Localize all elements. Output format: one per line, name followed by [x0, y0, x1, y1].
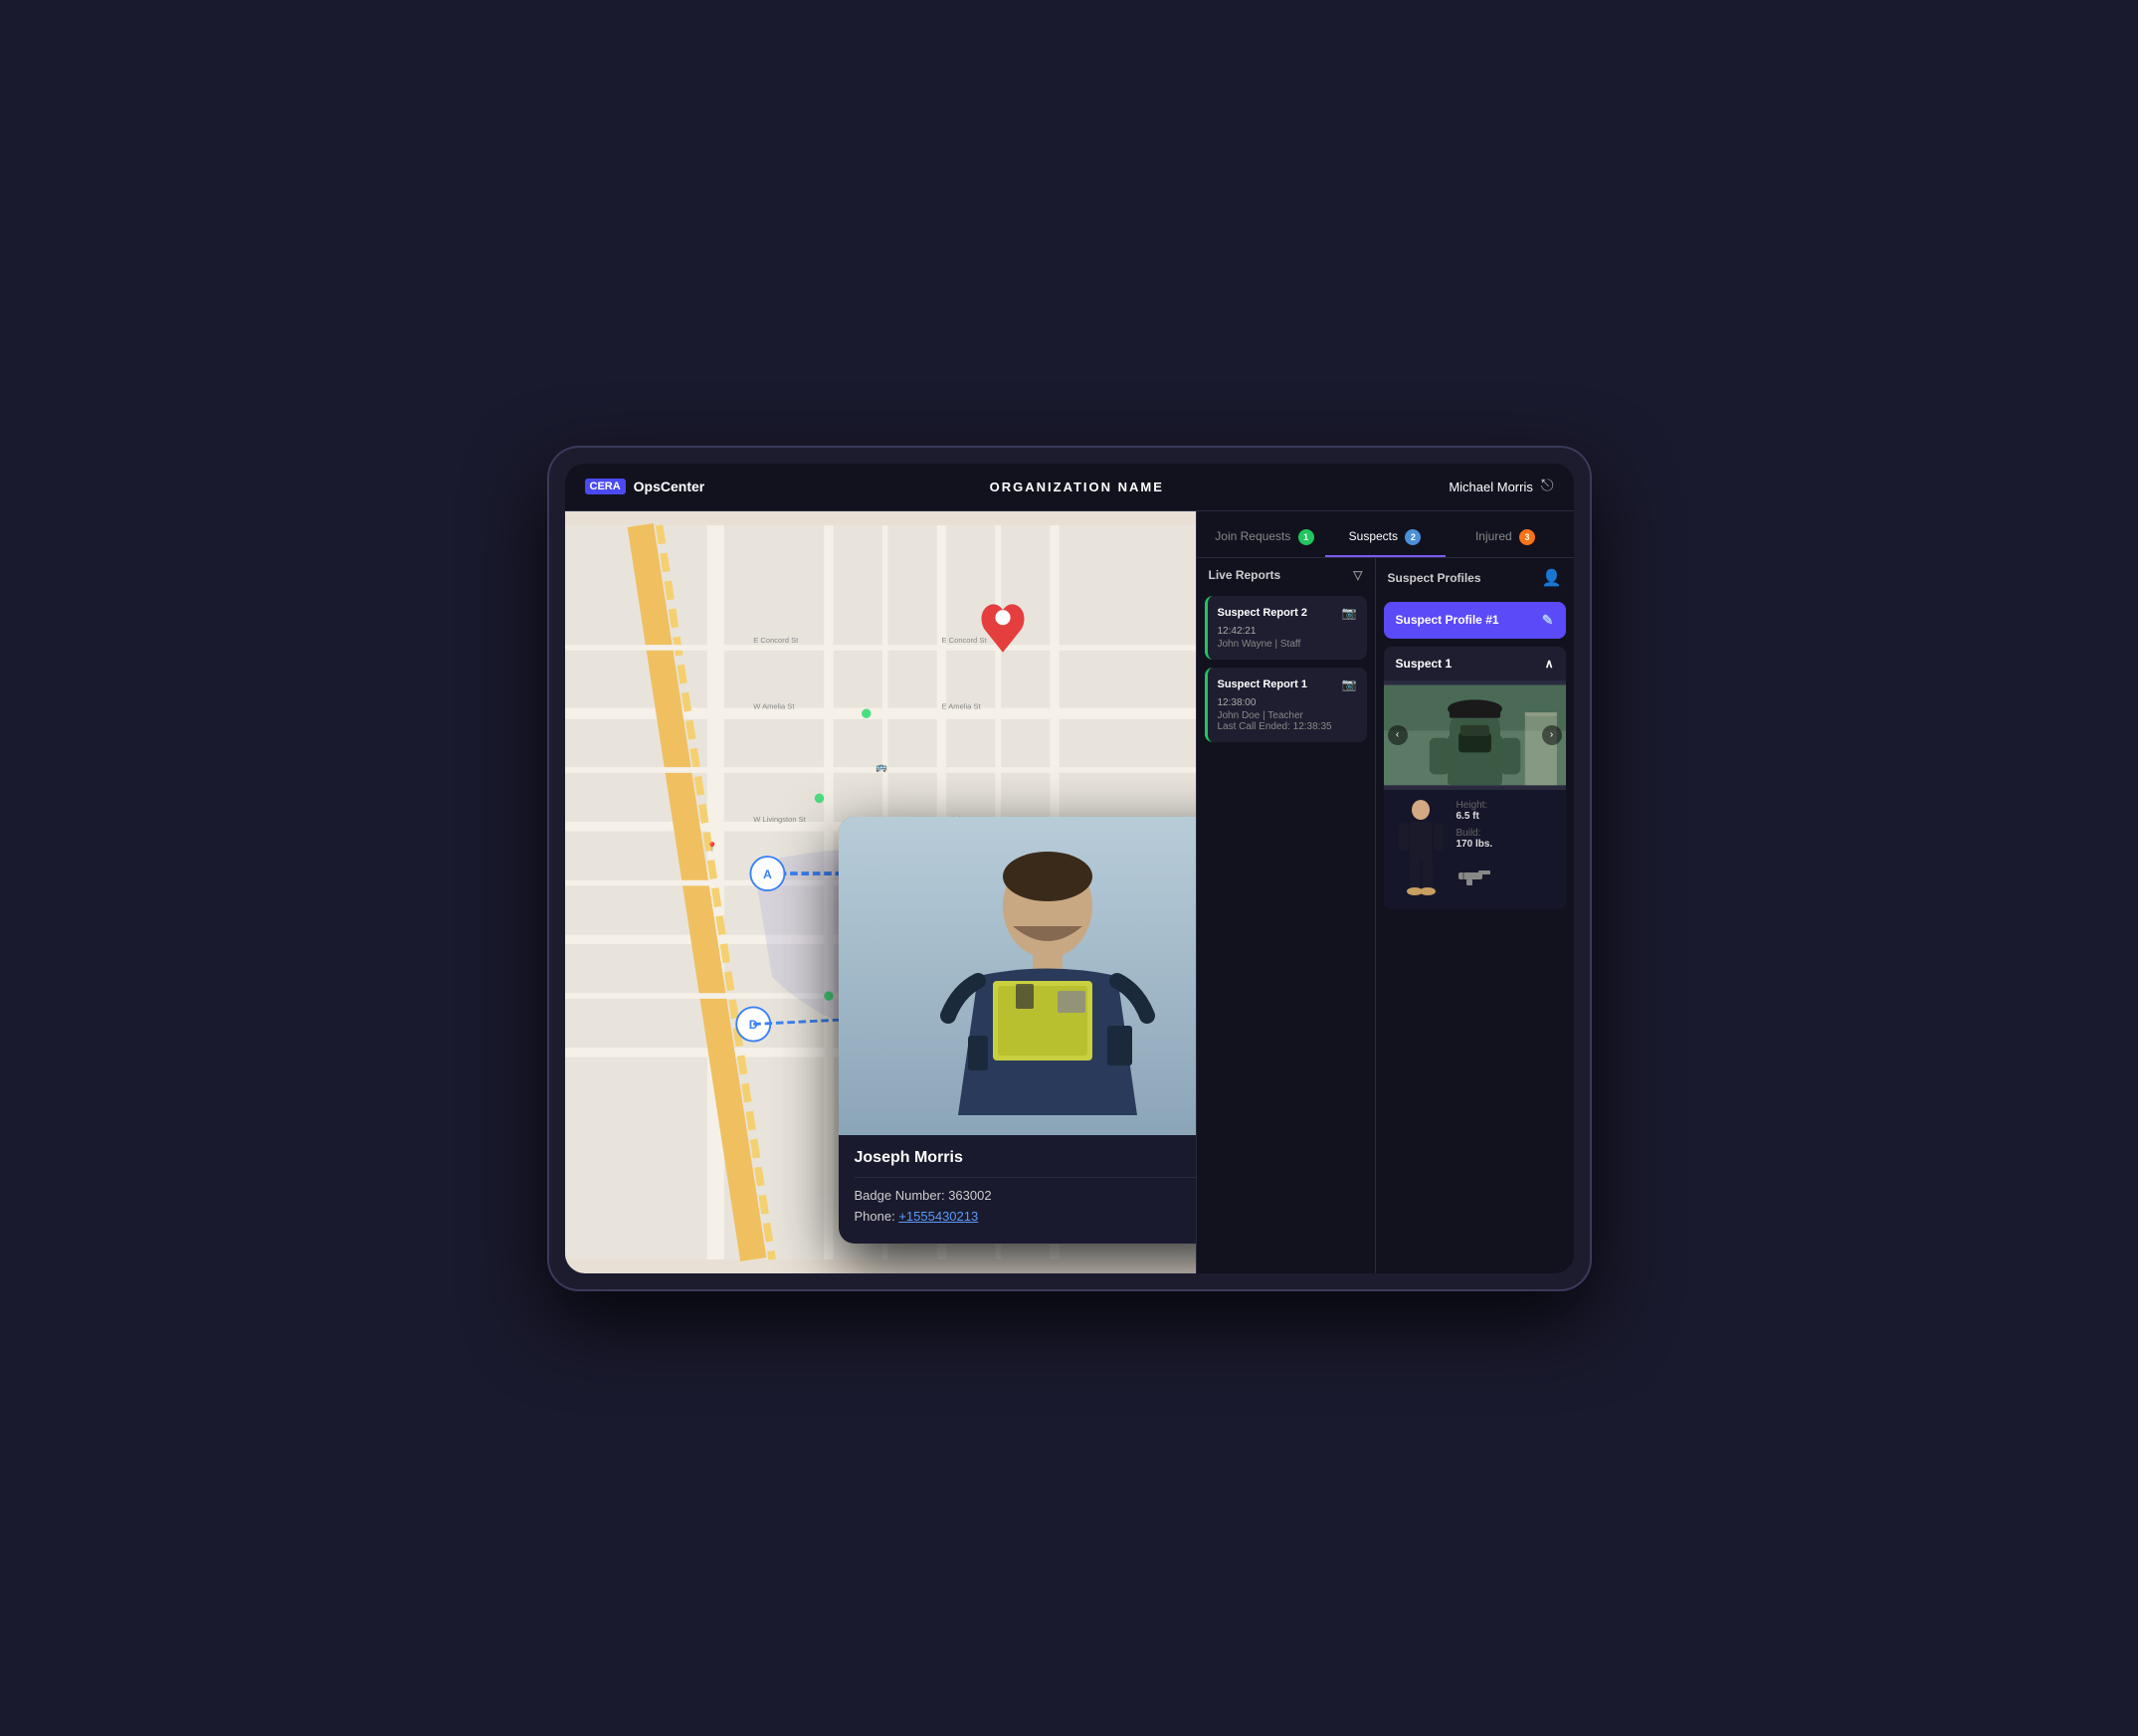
join-requests-badge: 1 [1298, 529, 1314, 545]
suspects-badge: 2 [1405, 529, 1421, 545]
suspect-1-header[interactable]: Suspect 1 ∧ [1384, 647, 1566, 680]
body-details-container: Height: 6.5 ft Build: 170 lbs. [1394, 800, 1556, 899]
photo-next[interactable]: › [1542, 725, 1562, 745]
right-panel: Join Requests 1 Suspects 2 Injured 3 [1196, 511, 1574, 1273]
build-stat: Build: 170 lbs. [1457, 828, 1556, 850]
cera-logo: CERA [585, 479, 626, 494]
video-icon-1: 📷 [1342, 677, 1357, 691]
svg-text:E Concord St: E Concord St [753, 636, 799, 645]
suspect-1-section: Suspect 1 ∧ [1384, 647, 1566, 909]
phone-link[interactable]: +1555430213 [898, 1209, 978, 1224]
tablet-frame: CERA OpsCenter ORGANIZATION NAME Michael… [547, 446, 1592, 1291]
user-name: Michael Morris [1449, 480, 1533, 494]
report-2-time: 12:42:21 [1218, 626, 1357, 637]
panel-body: Live Reports ▽ Suspect Report 2 📷 12:42:… [1197, 558, 1574, 1273]
active-profile-btn[interactable]: Suspect Profile #1 ✎ [1384, 602, 1566, 639]
topbar: CERA OpsCenter ORGANIZATION NAME Michael… [565, 464, 1574, 511]
photo-prev[interactable]: ‹ [1388, 725, 1408, 745]
svg-text:W Amelia St: W Amelia St [753, 701, 795, 710]
officer-name: Joseph Morris [855, 1149, 1196, 1167]
suspect-profiles-panel: Suspect Profiles 👤 Suspect Profile #1 ✎ … [1376, 558, 1574, 1273]
report-1-title: Suspect Report 1 📷 [1218, 677, 1357, 691]
live-reports-panel: Live Reports ▽ Suspect Report 2 📷 12:42:… [1197, 558, 1376, 1273]
app-name: OpsCenter [634, 479, 705, 494]
report-2-title: Suspect Report 2 📷 [1218, 606, 1357, 620]
main-content: A B C D [565, 511, 1574, 1273]
officer-info: Joseph Morris Badge Number: 363002 Phone… [839, 1135, 1196, 1244]
edit-profile-icon[interactable]: ✎ [1542, 612, 1554, 629]
tab-injured[interactable]: Injured 3 [1446, 519, 1566, 557]
live-reports-header: Live Reports ▽ [1197, 558, 1375, 592]
officer-photo [839, 817, 1196, 1135]
badge-number: Badge Number: 363002 [855, 1188, 1196, 1203]
video-icon-2: 📷 [1342, 606, 1357, 620]
filter-icon[interactable]: ▽ [1353, 568, 1362, 582]
body-stats: Height: 6.5 ft Build: 170 lbs. [1457, 800, 1556, 893]
report-1-time: 12:38:00 [1218, 697, 1357, 708]
height-stat: Height: 6.5 ft [1457, 800, 1556, 822]
svg-text:E Amelia St: E Amelia St [941, 701, 981, 710]
report-2-person: John Wayne | Staff [1218, 639, 1357, 650]
svg-text:W Livingston St: W Livingston St [753, 815, 806, 824]
tab-suspects[interactable]: Suspects 2 [1325, 519, 1446, 557]
officer-phone: Phone: +1555430213 [855, 1209, 1196, 1224]
user-area: Michael Morris ⎋ [1449, 478, 1553, 495]
add-person-icon[interactable]: 👤 [1542, 568, 1562, 588]
svg-text:E Concord St: E Concord St [941, 636, 987, 645]
tablet-inner: CERA OpsCenter ORGANIZATION NAME Michael… [565, 464, 1574, 1273]
profiles-header: Suspect Profiles 👤 [1376, 558, 1574, 598]
suspect-1-photo: ‹ › [1384, 680, 1566, 790]
logo-area: CERA OpsCenter [585, 479, 705, 494]
panel-tabs: Join Requests 1 Suspects 2 Injured 3 [1197, 511, 1574, 558]
injured-badge: 3 [1519, 529, 1535, 545]
tab-join-requests[interactable]: Join Requests 1 [1205, 519, 1325, 557]
report-card-2[interactable]: Suspect Report 2 📷 12:42:21 John Wayne |… [1205, 596, 1367, 660]
suspect-body-details: Height: 6.5 ft Build: 170 lbs. [1384, 790, 1566, 909]
report-1-last-call: Last Call Ended: 12:38:35 [1218, 721, 1357, 732]
report-card-1[interactable]: Suspect Report 1 📷 12:38:00 John Doe | T… [1205, 668, 1367, 742]
chevron-up-icon: ∧ [1545, 657, 1554, 671]
svg-text:🚌: 🚌 [875, 761, 887, 772]
svg-text:📍: 📍 [705, 841, 717, 853]
org-name: ORGANIZATION NAME [704, 480, 1449, 494]
weapon-icon [1457, 864, 1556, 893]
body-figure [1394, 800, 1449, 899]
map-area[interactable]: A B C D [565, 511, 1196, 1273]
svg-text:A: A [763, 867, 772, 880]
info-divider [855, 1177, 1196, 1178]
officer-popup: Joseph Morris Badge Number: 363002 Phone… [839, 817, 1196, 1244]
logout-icon[interactable]: ⎋ [1541, 478, 1554, 495]
report-1-person: John Doe | Teacher [1218, 710, 1357, 721]
